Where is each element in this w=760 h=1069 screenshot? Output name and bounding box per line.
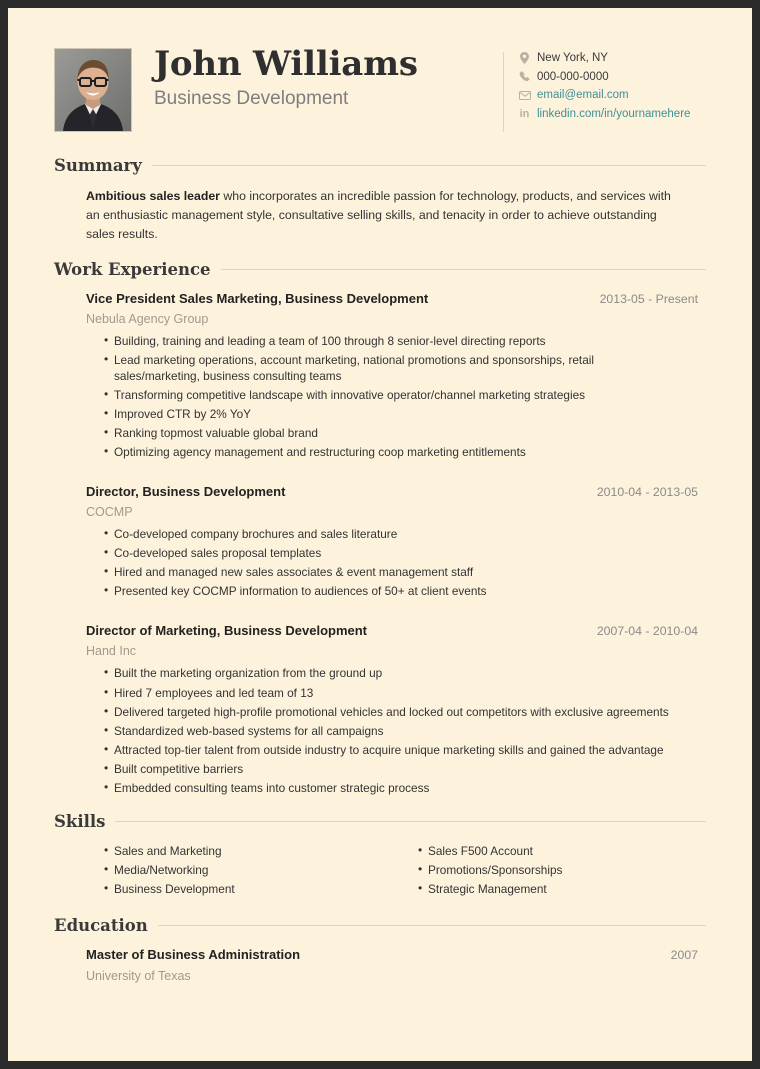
skills-title: Skills xyxy=(54,811,106,831)
skill-item: Business Development xyxy=(104,880,392,897)
contact-location-text: New York, NY xyxy=(537,52,608,64)
skills-column-right: Sales F500 Account Promotions/Sponsorshi… xyxy=(392,842,698,900)
job-bullet: Built competitive barriers xyxy=(104,760,670,777)
location-pin-icon xyxy=(518,52,531,64)
job-date: 2007-04 - 2010-04 xyxy=(596,624,698,639)
skills-list: Sales F500 Account Promotions/Sponsorshi… xyxy=(400,842,698,897)
job-title: Director of Marketing, Business Developm… xyxy=(86,623,368,639)
job-bullets: Building, training and leading a team of… xyxy=(86,332,698,460)
skills-column-left: Sales and Marketing Media/Networking Bus… xyxy=(86,842,392,900)
section-work-experience: Work Experience Vice President Sales Mar… xyxy=(54,260,706,796)
job-title: Director, Business Development xyxy=(86,484,286,500)
job-date: 2010-04 - 2013-05 xyxy=(596,485,698,500)
job-entry: Director, Business Development 2010-04 -… xyxy=(86,484,698,599)
work-title: Work Experience xyxy=(54,260,211,280)
job-bullets: Co-developed company brochures and sales… xyxy=(86,525,698,599)
work-heading: Work Experience xyxy=(54,260,706,279)
contact-linkedin-text: linkedin.com/in/yournamehere xyxy=(537,107,691,120)
contact-email-text: email@email.com xyxy=(537,89,629,101)
skills-heading: Skills xyxy=(54,812,706,831)
job-bullet: Improved CTR by 2% YoY xyxy=(104,405,670,422)
job-organization: Hand Inc xyxy=(86,644,137,659)
job-bullet: Built the marketing organization from th… xyxy=(104,664,670,681)
skill-item: Media/Networking xyxy=(104,861,392,878)
job-bullet: Hired 7 employees and led team of 13 xyxy=(104,684,670,701)
job-bullet: Standardized web-based systems for all c… xyxy=(104,722,670,739)
job-bullet: Co-developed sales proposal templates xyxy=(104,544,670,561)
skill-item: Sales F500 Account xyxy=(418,842,698,859)
heading-rule xyxy=(115,820,706,822)
job-bullet: Presented key COCMP information to audie… xyxy=(104,582,670,599)
resume-header: John Williams Business Development New Y… xyxy=(54,42,706,140)
name-block: John Williams Business Development xyxy=(132,42,503,110)
envelope-icon xyxy=(518,90,531,100)
contact-block: New York, NY 000-000-0000 email@email.co… xyxy=(503,52,706,132)
candidate-name: John Williams xyxy=(154,44,418,84)
summary-lead: Ambitious sales leader xyxy=(86,189,220,203)
linkedin-icon: in xyxy=(519,107,530,120)
phone-icon xyxy=(518,71,531,82)
contact-email[interactable]: email@email.com xyxy=(518,89,706,101)
skill-item: Strategic Management xyxy=(418,880,698,897)
section-summary: Summary Ambitious sales leader who incor… xyxy=(54,156,706,244)
skills-list: Sales and Marketing Media/Networking Bus… xyxy=(86,842,392,897)
summary-title: Summary xyxy=(54,156,142,175)
job-bullet: Lead marketing operations, account marke… xyxy=(104,351,670,384)
job-bullet: Transforming competitive landscape with … xyxy=(104,386,670,403)
job-bullet: Ranking topmost valuable global brand xyxy=(104,424,670,441)
education-title: Education xyxy=(54,915,148,935)
job-bullet: Delivered targeted high-profile promotio… xyxy=(104,703,670,720)
contact-location: New York, NY xyxy=(518,52,706,64)
resume-page: John Williams Business Development New Y… xyxy=(8,8,752,1061)
skill-item: Sales and Marketing xyxy=(104,842,392,859)
job-date: 2013-05 - Present xyxy=(599,292,698,307)
job-entry: Director of Marketing, Business Developm… xyxy=(86,623,698,795)
education-degree: Master of Business Administration xyxy=(86,946,301,962)
heading-rule xyxy=(157,924,706,926)
education-heading: Education xyxy=(54,916,706,935)
job-title: Vice President Sales Marketing, Business… xyxy=(86,291,429,307)
job-organization: COCMP xyxy=(86,505,133,520)
contact-linkedin[interactable]: in linkedin.com/in/yournamehere xyxy=(518,108,706,120)
job-bullet: Building, training and leading a team of… xyxy=(104,332,670,349)
job-bullet: Attracted top-tier talent from outside i… xyxy=(104,741,670,758)
job-bullet: Hired and managed new sales associates &… xyxy=(104,563,670,580)
summary-text: Ambitious sales leader who incorporates … xyxy=(86,187,678,244)
section-education: Education Master of Business Administrat… xyxy=(54,916,706,983)
profile-photo xyxy=(54,48,132,132)
heading-rule xyxy=(151,165,706,166)
contact-phone: 000-000-0000 xyxy=(518,71,706,83)
heading-rule xyxy=(220,269,706,271)
job-organization: Nebula Agency Group xyxy=(86,312,209,327)
candidate-subtitle: Business Development xyxy=(154,87,349,109)
education-school: University of Texas xyxy=(86,968,191,983)
education-entry: Master of Business Administration 2007 U… xyxy=(86,947,698,983)
education-date: 2007 xyxy=(670,947,698,962)
skill-item: Promotions/Sponsorships xyxy=(418,861,698,878)
job-bullet: Embedded consulting teams into customer … xyxy=(104,779,670,796)
contact-phone-text: 000-000-0000 xyxy=(537,70,609,83)
job-bullets: Built the marketing organization from th… xyxy=(86,664,698,796)
job-entry: Vice President Sales Marketing, Business… xyxy=(86,291,698,460)
job-bullet: Optimizing agency management and restruc… xyxy=(104,443,670,460)
summary-heading: Summary xyxy=(54,156,706,175)
job-bullet: Co-developed company brochures and sales… xyxy=(104,525,670,542)
section-skills: Skills Sales and Marketing Media/Network… xyxy=(54,812,706,900)
